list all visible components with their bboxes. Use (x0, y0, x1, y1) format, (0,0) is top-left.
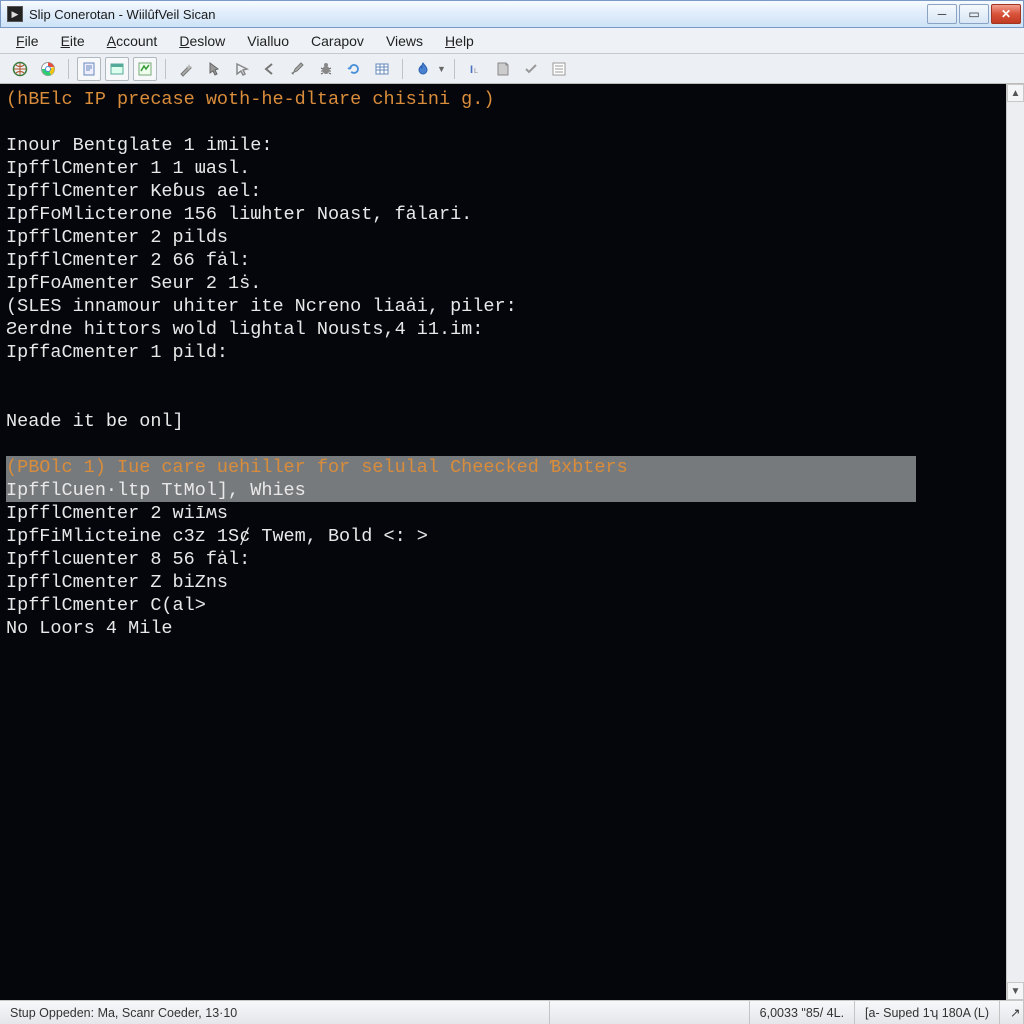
wand-icon[interactable] (174, 57, 198, 81)
console-line: IpfflCmenter Keɓus ael: (6, 181, 261, 202)
console-output[interactable]: (hBElc IP precase woth-he-dltare chisini… (0, 84, 1006, 1000)
flame-icon[interactable] (411, 57, 435, 81)
cursor-icon[interactable] (230, 57, 254, 81)
minimize-button[interactable]: ─ (927, 4, 957, 24)
console-line: IpfflCmenter C(al> (6, 595, 206, 616)
scroll-track[interactable] (1007, 102, 1024, 982)
close-button[interactable]: ✕ (991, 4, 1021, 24)
pen-icon[interactable] (286, 57, 310, 81)
toolbar-separator (454, 59, 455, 79)
menu-help[interactable]: Help (435, 31, 484, 51)
status-mid: 6,0033 ʺ85/ 4L. (750, 1001, 855, 1024)
menubar: File Eite Account Deslow Vialluo Carapov… (0, 28, 1024, 54)
window-title: Slip Conerotan - WiilûfVeil Sican (29, 7, 927, 22)
status-right: [a- Suped 1ʮ 180A (L) (855, 1001, 1000, 1024)
menu-account[interactable]: Account (97, 31, 168, 51)
console-line: IpfflCmenter 2 66 fȧl: (6, 250, 250, 271)
menu-eite[interactable]: Eite (51, 31, 95, 51)
dropdown-icon[interactable]: ▼ (437, 64, 446, 74)
console-line: IpfFiMlicteine c3ᴢ 1Sȼ Twem, Bold <: > (6, 526, 428, 547)
app-icon (7, 6, 23, 22)
check-icon[interactable] (519, 57, 543, 81)
status-empty (550, 1001, 750, 1024)
menu-views[interactable]: Views (376, 31, 433, 51)
document-icon[interactable] (77, 57, 101, 81)
refresh-icon[interactable] (342, 57, 366, 81)
toolbar-separator (402, 59, 403, 79)
console-line: IpfflCmenter 2 pilds (6, 227, 228, 248)
table-icon[interactable] (370, 57, 394, 81)
console-line: No Loors 4 Mile (6, 618, 173, 639)
globe-icon[interactable] (8, 57, 32, 81)
svg-text:L: L (474, 68, 478, 75)
window-icon[interactable] (105, 57, 129, 81)
maximize-button[interactable]: ▭ (959, 4, 989, 24)
menu-carapov[interactable]: Carapov (301, 31, 374, 51)
console-highlight-header: (PBOlc 1) Iue care uehiller for selulal … (6, 456, 916, 479)
console-line: Ƨerdne hittors wold lightal Nousts,4 i1.… (6, 319, 483, 340)
titlebar: Slip Conerotan - WiilûfVeil Sican ─ ▭ ✕ (0, 0, 1024, 28)
console-line: IpfflCmenter 2 wiīʍs (6, 503, 228, 524)
toolbar: ▼ IL (0, 54, 1024, 84)
status-corner[interactable]: ↗ (1000, 1001, 1024, 1024)
svg-text:I: I (470, 64, 473, 76)
menu-file[interactable]: File (6, 31, 49, 51)
statusbar: Stup Oppeden: Ma, Scanr Coeder, 13·10 6,… (0, 1000, 1024, 1024)
menu-deslow[interactable]: Deslow (169, 31, 235, 51)
console-line: Neade it be onl] (6, 411, 184, 432)
console-line: (SLES innamour uhiter ite Ncreno liaȧi, … (6, 296, 517, 317)
console-header: (hBElc IP precase woth-he-dltare chisini… (6, 89, 494, 110)
console-line: IpffaCmenter 1 pild: (6, 342, 228, 363)
pointer-icon[interactable] (202, 57, 226, 81)
scroll-down-icon[interactable]: ▼ (1007, 982, 1024, 1000)
console-line: IpfFoMlicterone 156 liɯhter Noast, fȧlar… (6, 204, 472, 225)
toolbar-separator (68, 59, 69, 79)
list-icon[interactable] (547, 57, 571, 81)
vertical-scrollbar[interactable]: ▲ ▼ (1006, 84, 1024, 1000)
browser-icon[interactable] (36, 57, 60, 81)
identifier-icon[interactable]: IL (463, 57, 487, 81)
bug-icon[interactable] (314, 57, 338, 81)
console-line: IpfFoAmenter Seur 2 1ṡ. (6, 273, 261, 294)
workspace: (hBElc IP precase woth-he-dltare chisini… (0, 84, 1024, 1000)
console-highlight-sub: IpfflCuen·ltp TtMol], Whies (6, 479, 916, 502)
console-line: Inour Bentɡlate 1 imile: (6, 135, 272, 156)
arrow-left-icon[interactable] (258, 57, 282, 81)
window-controls: ─ ▭ ✕ (927, 4, 1021, 24)
console-line: IpfflCmenter Z biZns (6, 572, 228, 593)
note-icon[interactable] (491, 57, 515, 81)
status-left: Stup Oppeden: Ma, Scanr Coeder, 13·10 (0, 1001, 550, 1024)
menu-vialluo[interactable]: Vialluo (237, 31, 299, 51)
toolbar-separator (165, 59, 166, 79)
scroll-up-icon[interactable]: ▲ (1007, 84, 1024, 102)
console-line: Ipfflcɯenter 8 56 fȧl: (6, 549, 250, 570)
symbol-icon[interactable] (133, 57, 157, 81)
console-line: IpfflCmenter 1 1 ɯasl. (6, 158, 250, 179)
